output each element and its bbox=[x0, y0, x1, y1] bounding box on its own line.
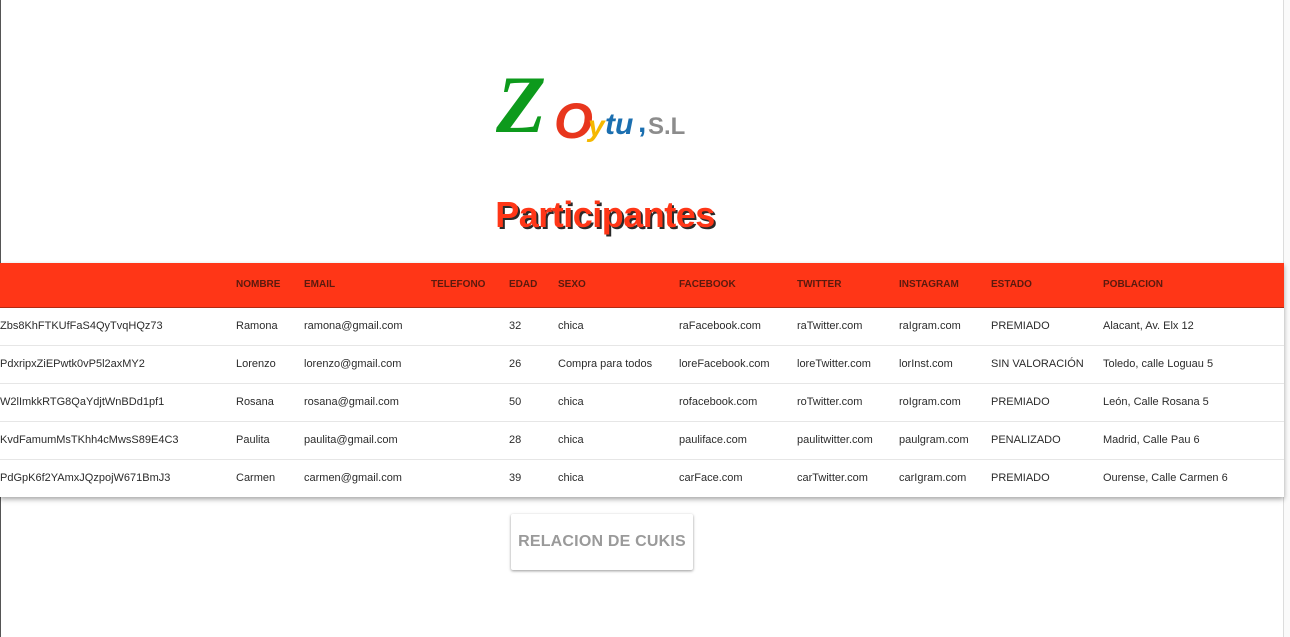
column-header-edad: EDAD bbox=[509, 279, 538, 291]
cell-telefono bbox=[431, 421, 509, 459]
table-row[interactable]: KvdFamumMsTKhh4cMwsS89E4C3 Paulita paulita… bbox=[0, 421, 1284, 459]
cell-edad: 26 bbox=[509, 358, 522, 370]
cell-id: PdGpK6f2YAmxJQzpojW671BmJ3 bbox=[0, 459, 236, 497]
cell-sexo: chica bbox=[558, 396, 584, 408]
cell-instagram: raIgram.com bbox=[899, 320, 961, 332]
column-header-email: EMAIL bbox=[304, 279, 336, 291]
cell-id: PdxripxZiEPwtk0vP5l2axMY2 bbox=[0, 345, 236, 383]
relacion-de-cukis-button[interactable]: RELACION DE CUKIS bbox=[511, 514, 693, 570]
cell-edad: 28 bbox=[509, 434, 522, 446]
cell-id: W2lImkkRTG8QaYdjtWnBDd1pf1 bbox=[0, 383, 236, 421]
cell-nombre: Ramona bbox=[236, 320, 278, 332]
scrollbar[interactable] bbox=[1283, 0, 1290, 637]
logo-sl: S.L bbox=[648, 113, 685, 140]
cell-estado: PREMIADO bbox=[991, 396, 1050, 408]
cell-nombre: Carmen bbox=[236, 472, 276, 485]
cell-id: KvdFamumMsTKhh4cMwsS89E4C3 bbox=[0, 421, 236, 459]
participant-id: PdxripxZiEPwtk0vP5l2axMY2 bbox=[0, 358, 145, 370]
cell-poblacion: Alacant, Av. Elx 12 bbox=[1103, 320, 1194, 332]
logo-letter-y: y bbox=[586, 110, 606, 143]
column-header-poblacion: POBLACION bbox=[1103, 279, 1163, 291]
participant-id: Zbs8KhFTKUfFaS4QyTvqHQz73 bbox=[0, 320, 163, 332]
column-header-twitter: TWITTER bbox=[797, 279, 842, 291]
cell-edad: 32 bbox=[509, 320, 522, 332]
cell-facebook: loreFacebook.com bbox=[679, 358, 770, 370]
column-header-facebook: FACEBOOK bbox=[679, 279, 736, 291]
cell-edad: 50 bbox=[509, 396, 522, 408]
cell-poblacion: León, Calle Rosana 5 bbox=[1103, 396, 1209, 408]
column-header-nombre: NOMBRE bbox=[236, 279, 281, 291]
participants-table-card: NOMBRE EMAIL TELEFONO EDAD SEXO FACEBOOK TWITT… bbox=[0, 263, 1284, 497]
cell-telefono bbox=[431, 345, 509, 383]
cell-estado: PREMIADO bbox=[991, 472, 1050, 485]
cell-instagram: paulgram.com bbox=[899, 434, 969, 446]
column-header-id bbox=[0, 263, 236, 307]
cell-estado: SIN VALORACIÓN bbox=[991, 358, 1084, 370]
cell-telefono bbox=[431, 459, 509, 497]
cell-telefono bbox=[431, 383, 509, 421]
column-header-sexo: SEXO bbox=[558, 279, 586, 291]
cell-estado: PREMIADO bbox=[991, 320, 1050, 332]
logo-letter-z: Z bbox=[496, 62, 546, 150]
cell-poblacion: Ourense, Calle Carmen 6 bbox=[1103, 472, 1228, 485]
table-row[interactable]: PdxripxZiEPwtk0vP5l2axMY2 Lorenzo lorenzo@… bbox=[0, 345, 1284, 383]
cell-twitter: carTwitter.com bbox=[797, 472, 868, 485]
cell-twitter: raTwitter.com bbox=[797, 320, 863, 332]
cell-nombre: Lorenzo bbox=[236, 358, 276, 370]
cell-nombre: Paulita bbox=[236, 434, 270, 446]
cell-nombre: Rosana bbox=[236, 396, 274, 408]
cell-email: rosana@gmail.com bbox=[304, 396, 399, 408]
table-header-row: NOMBRE EMAIL TELEFONO EDAD SEXO FACEBOOK TWITT… bbox=[0, 263, 1284, 307]
cell-sexo: Compra para todos bbox=[558, 358, 653, 370]
cell-poblacion: Madrid, Calle Pau 6 bbox=[1103, 434, 1200, 446]
column-header-estado: ESTADO bbox=[991, 279, 1032, 291]
cell-facebook: rofacebook.com bbox=[679, 396, 758, 408]
cell-instagram: lorInst.com bbox=[899, 358, 953, 370]
column-header-instagram: INSTAGRAM bbox=[899, 279, 959, 291]
cell-facebook: raFacebook.com bbox=[679, 320, 761, 332]
cell-poblacion: Toledo, calle Loguau 5 bbox=[1103, 358, 1214, 370]
participant-id: PdGpK6f2YAmxJQzpojW671BmJ3 bbox=[0, 472, 171, 485]
page: Z O y tu , S.L Participantes NOMBRE EMAI… bbox=[0, 0, 1290, 637]
participant-id: W2lImkkRTG8QaYdjtWnBDd1pf1 bbox=[0, 396, 165, 408]
cell-sexo: chica bbox=[558, 320, 584, 332]
cell-facebook: carFace.com bbox=[679, 472, 743, 485]
cell-email: ramona@gmail.com bbox=[304, 320, 403, 332]
logo-letters-tu: tu bbox=[605, 108, 633, 141]
column-header-telefono: TELEFONO bbox=[431, 279, 486, 291]
company-logo: Z O y tu , S.L bbox=[496, 62, 716, 152]
table-row[interactable]: W2lImkkRTG8QaYdjtWnBDd1pf1 Rosana rosana@g… bbox=[0, 383, 1284, 421]
cell-email: carmen@gmail.com bbox=[304, 472, 402, 485]
participants-table: NOMBRE EMAIL TELEFONO EDAD SEXO FACEBOOK TWITT… bbox=[0, 263, 1284, 497]
cell-estado: PENALIZADO bbox=[991, 434, 1061, 446]
cell-instagram: carIgram.com bbox=[899, 472, 967, 485]
cell-facebook: pauliface.com bbox=[679, 434, 747, 446]
cell-id: Zbs8KhFTKUfFaS4QyTvqHQz73 bbox=[0, 307, 236, 345]
cell-edad: 39 bbox=[509, 472, 522, 485]
table-row[interactable]: Zbs8KhFTKUfFaS4QyTvqHQz73 Ramona ramona@gm… bbox=[0, 307, 1284, 345]
cell-twitter: paulitwitter.com bbox=[797, 434, 873, 446]
page-title: Participantes bbox=[495, 194, 715, 235]
cell-telefono bbox=[431, 307, 509, 345]
cell-twitter: roTwitter.com bbox=[797, 396, 863, 408]
cell-twitter: loreTwitter.com bbox=[797, 358, 871, 370]
table-row[interactable]: PdGpK6f2YAmxJQzpojW671BmJ3 Carmen carmen@g… bbox=[0, 459, 1284, 497]
cell-email: paulita@gmail.com bbox=[304, 434, 398, 446]
cell-sexo: chica bbox=[558, 472, 584, 485]
cell-sexo: chica bbox=[558, 434, 584, 446]
cell-email: lorenzo@gmail.com bbox=[304, 358, 402, 370]
logo-comma: , bbox=[638, 106, 646, 139]
participant-id: KvdFamumMsTKhh4cMwsS89E4C3 bbox=[0, 434, 179, 446]
cell-instagram: roIgram.com bbox=[899, 396, 961, 408]
